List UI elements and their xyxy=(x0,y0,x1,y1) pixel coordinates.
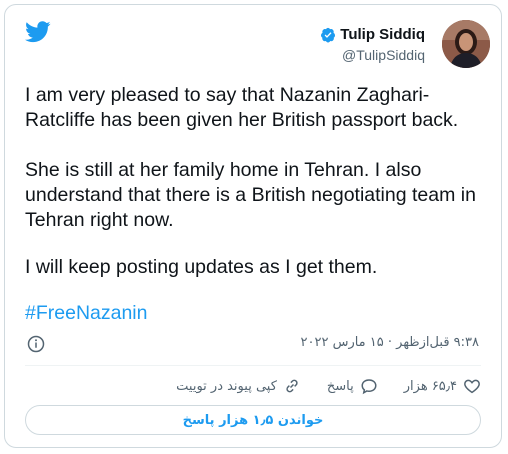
divider xyxy=(25,365,481,366)
like-button[interactable]: ۶۵٫۴ هزار xyxy=(404,377,481,395)
author-handle[interactable]: @TulipSiddiq xyxy=(320,47,425,63)
tweet-timestamp[interactable]: ۹:۳۸ قبل‌ازظهر · ۱۵ مارس ۲۰۲۲ xyxy=(301,335,480,350)
reply-action-button[interactable]: پاسخ xyxy=(327,377,378,395)
author-name[interactable]: Tulip Siddiq xyxy=(340,26,425,43)
tweet-paragraph-2: She is still at her family home in Tehra… xyxy=(25,159,476,231)
author-block[interactable]: Tulip Siddiq @TulipSiddiq xyxy=(320,26,425,63)
tweet-paragraph-3: I will keep posting updates as I get the… xyxy=(25,256,378,278)
twitter-bird-icon[interactable] xyxy=(25,21,51,43)
tweet-card: Tulip Siddiq @TulipSiddiq I am very plea… xyxy=(4,4,502,448)
read-replies-button[interactable]: خواندن ۱٫۵ هزار پاسخ xyxy=(25,405,481,435)
copy-link-label: کپی پیوند در توییت xyxy=(176,378,277,394)
tweet-paragraph-1: I am very pleased to say that Nazanin Za… xyxy=(25,84,459,131)
copy-link-button[interactable]: کپی پیوند در توییت xyxy=(176,377,301,395)
info-icon[interactable] xyxy=(27,335,45,353)
action-bar: ۶۵٫۴ هزار پاسخ کپی پیوند در توییت xyxy=(25,375,481,397)
verified-badge-icon xyxy=(321,27,336,42)
reply-label: پاسخ xyxy=(326,378,354,394)
heart-icon xyxy=(464,379,480,394)
like-count: ۶۵٫۴ هزار xyxy=(403,378,457,394)
reply-icon xyxy=(361,379,377,395)
hashtag-link[interactable]: #FreeNazanin xyxy=(25,302,147,325)
avatar[interactable] xyxy=(442,20,490,68)
link-icon xyxy=(286,379,298,393)
